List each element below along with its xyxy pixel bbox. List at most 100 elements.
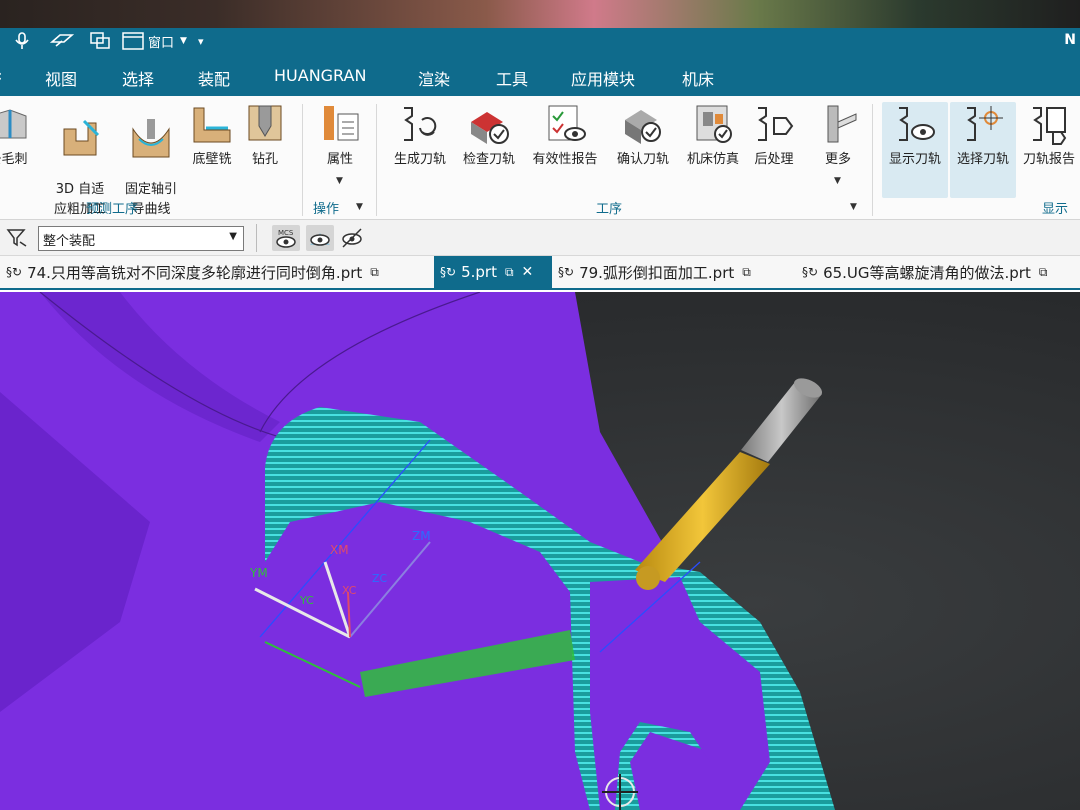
confirm-toolpath-icon [625, 110, 661, 144]
tab-5-prt[interactable]: §↻ 5.prt ⧉ ✕ [434, 256, 552, 288]
validity-report-button[interactable]: 有效性报告 [526, 102, 604, 194]
drilling-label: 钻孔 [251, 152, 278, 167]
toolpath-report-icon [1033, 107, 1067, 145]
menu-item-view[interactable]: 视图 [45, 66, 77, 90]
confirm-toolpath-label: 确认刀轨 [616, 152, 669, 167]
validity-report-icon [548, 105, 586, 141]
part-file-icon: §↻ [6, 265, 23, 279]
tab-74-chamfer[interactable]: §↻ 74.只用等高铣对不同深度多轮廓进行同时倒角.prt ⧉ [6, 256, 430, 288]
axis-label-xc: XC [342, 584, 357, 597]
display-toolpath-icon [899, 107, 935, 141]
menu-item-huangran[interactable]: HUANGRAN [274, 66, 366, 85]
menu-item-file-partial[interactable]: ‹ [0, 66, 2, 85]
menu-item-applications[interactable]: 应用模块 [571, 66, 635, 90]
display-toolpath-label: 显示刀轨 [888, 152, 941, 167]
axis-label-xm: XM [330, 543, 349, 557]
menu-item-tools[interactable]: 工具 [496, 66, 528, 90]
adaptive-roughing-icon [63, 119, 100, 156]
operation-group-dropdown-icon[interactable]: ▼ [850, 202, 857, 212]
window-menu-label: 窗口 [148, 35, 175, 51]
menu-item-select[interactable]: 选择 [122, 66, 154, 90]
axis-label-yc: YC [299, 594, 314, 607]
group-label-display: 显示 [1042, 202, 1069, 217]
tab-79-arc-undercut[interactable]: §↻ 79.弧形倒扣面加工.prt ⧉ [558, 256, 780, 288]
ribbon-separator [872, 104, 873, 216]
axis-label-ym: YM [249, 566, 268, 580]
window-layout-icon[interactable] [90, 31, 112, 51]
tab-label: 5.prt [461, 263, 497, 281]
deburr-label: 去毛刺 [0, 152, 28, 167]
chevron-down-icon: ▼ [229, 231, 237, 242]
type-filter-icon[interactable] [6, 228, 28, 252]
properties-label: 属性 [326, 152, 353, 167]
tab-label: 79.弧形倒扣面加工.prt [579, 263, 735, 282]
microphone-icon[interactable] [14, 31, 30, 51]
axis-label-zc: ZC [372, 572, 388, 585]
model-scene: YM XM ZM ZC XC YC [0, 292, 835, 810]
drilling-button[interactable]: 钻孔 [234, 102, 296, 194]
ribbon-separator [302, 104, 303, 216]
properties-icon [324, 106, 359, 141]
fixed-axis-guiding-curve-button[interactable]: 固定轴引 导曲线 [118, 102, 184, 217]
group-label-operations: 操作 [313, 202, 340, 217]
postprocess-button[interactable]: 后处理 [744, 102, 804, 194]
machine-simulation-button[interactable]: 机床仿真 [680, 102, 746, 194]
selection-scope-dropdown[interactable]: 整个装配 ▼ [38, 226, 244, 251]
more-tools-icon [827, 105, 857, 143]
close-icon[interactable]: ✕ [522, 264, 534, 280]
verify-toolpath-icon [471, 112, 509, 144]
group-label-operation: 工序 [596, 202, 623, 217]
hide-eye-button[interactable] [338, 225, 366, 251]
graphics-viewport[interactable]: YM XM ZM ZC XC YC [0, 292, 1080, 810]
ribbon: 去毛刺 3D 自适 应粗加工 固定轴引 导曲线 底壁铣 钻孔 预测工序 属性 ▼… [0, 96, 1080, 220]
postprocess-label: 后处理 [754, 152, 794, 167]
show-hidden-eye-button[interactable] [306, 225, 334, 251]
external-link-icon: ⧉ [370, 264, 379, 279]
drill-icon [248, 105, 282, 141]
select-toolpath-label: 选择刀轨 [956, 152, 1009, 167]
mcs-text: MCS [278, 229, 294, 237]
chevron-down-icon: ▼ [180, 36, 187, 46]
generate-toolpath-icon [404, 107, 437, 141]
verify-toolpath-label: 检查刀轨 [462, 152, 515, 167]
menu-item-assembly[interactable]: 装配 [198, 66, 230, 90]
menu-item-machine-tool[interactable]: 机床 [682, 66, 714, 90]
adaptive-roughing-button[interactable]: 3D 自适 应粗加工 [46, 102, 114, 217]
select-toolpath-icon [967, 106, 1003, 141]
more-dropdown-icon[interactable]: ▼ [834, 176, 841, 186]
display-toolpath-button[interactable]: 显示刀轨 [882, 102, 948, 198]
tab-65-spiral-cleanup[interactable]: §↻ 65.UG等高螺旋清角的做法.prt ⧉ [802, 256, 1080, 288]
machine-simulation-icon [696, 105, 732, 143]
verify-toolpath-button[interactable]: 检查刀轨 [456, 102, 522, 194]
toolbar-separator [256, 224, 257, 252]
part-file-icon: §↻ [802, 265, 819, 279]
selection-scope-value: 整个装配 [43, 234, 96, 249]
validity-report-label: 有效性报告 [532, 152, 598, 167]
operations-group-dropdown-icon[interactable]: ▼ [356, 202, 363, 212]
window-menu[interactable]: 窗口 ▼ [122, 31, 187, 51]
generate-toolpath-label: 生成刀轨 [393, 152, 446, 167]
deburr-icon [0, 109, 27, 139]
confirm-toolpath-button[interactable]: 确认刀轨 [610, 102, 676, 194]
app-title-letter: N [1064, 32, 1076, 48]
mcs-eye-button[interactable]: MCS [272, 225, 300, 251]
select-toolpath-button[interactable]: 选择刀轨 [950, 102, 1016, 198]
properties-dropdown-icon[interactable]: ▼ [336, 176, 343, 186]
toolpath-report-label: 刀轨报告 [1022, 152, 1075, 167]
group-label-preview-ops: 预测工序 [86, 202, 139, 217]
more-label: 更多 [824, 152, 851, 167]
toolpath-report-button[interactable]: 刀轨报告 [1018, 102, 1080, 194]
tab-label: 65.UG等高螺旋清角的做法.prt [823, 263, 1031, 282]
menu-item-render[interactable]: 渲染 [418, 66, 450, 90]
ribbon-separator [376, 104, 377, 216]
customize-qat-icon[interactable]: ▾ [198, 31, 204, 51]
part-file-icon: §↻ [558, 265, 575, 279]
external-link-icon: ⧉ [742, 264, 751, 279]
quick-access-toolbar: 窗口 ▼ ▾ N [0, 28, 1080, 54]
snap-view-icon[interactable] [50, 31, 74, 51]
selection-bar: 整个装配 ▼ MCS [0, 220, 1080, 256]
machine-simulation-label: 机床仿真 [686, 152, 739, 167]
deburr-button[interactable]: 去毛刺 [0, 102, 40, 194]
axis-label-zm: ZM [412, 529, 431, 543]
generate-toolpath-button[interactable]: 生成刀轨 [386, 102, 454, 194]
